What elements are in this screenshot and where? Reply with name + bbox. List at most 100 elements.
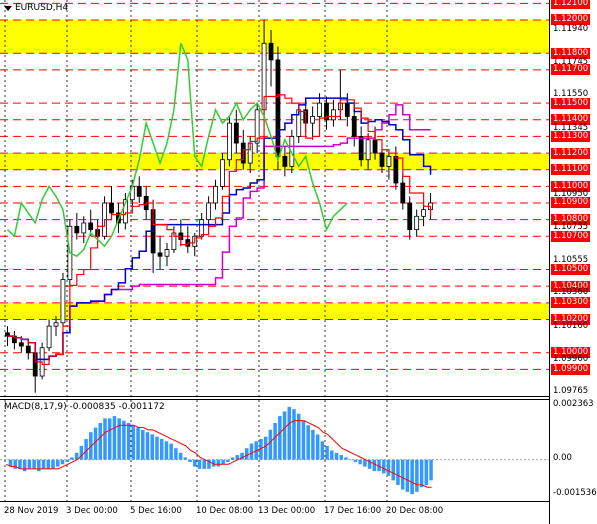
macd-histogram-bar: [330, 450, 334, 460]
macd-histogram-bar: [150, 434, 155, 460]
macd-histogram-bar: [320, 441, 325, 460]
macd-histogram-bar: [131, 425, 136, 460]
macd-histogram-bar: [22, 459, 27, 472]
macd-histogram-bar: [348, 459, 353, 461]
candle-body: [60, 279, 66, 324]
price-tick-label: 1.10700: [551, 230, 591, 242]
candle-body: [136, 185, 142, 197]
candle-body: [414, 215, 420, 231]
macd-histogram-bar: [386, 459, 391, 476]
price-tick-label: 1.11200: [551, 147, 591, 159]
time-axis[interactable]: 28 Nov 2019 3 Dec 00:00 5 Dec 16:00 10 Dec …: [0, 501, 549, 524]
macd-histogram-bar: [202, 459, 206, 469]
candle-body: [310, 116, 316, 124]
time-tick-label: 28 Nov 2019: [4, 506, 59, 516]
macd-histogram-bar: [174, 448, 178, 460]
macd-tick-label: 0.00: [553, 453, 572, 464]
time-tick-label: 13 Dec 00:00: [258, 506, 316, 516]
macd-histogram-bar: [141, 429, 145, 460]
time-tick-label: 5 Dec 16:00: [130, 506, 182, 516]
support-resistance-zone: [0, 302, 549, 320]
macd-histogram-bar: [4, 459, 8, 461]
macd-histogram-bar: [32, 459, 36, 469]
symbol-dropdown-icon[interactable]: [4, 5, 12, 11]
candle-body: [379, 152, 385, 167]
macd-histogram-bar: [188, 459, 192, 462]
price-chart-pane[interactable]: EURUSD,H4: [0, 0, 549, 397]
macd-histogram-bar: [13, 459, 17, 469]
candle-body: [331, 109, 336, 121]
price-tick-label: 1.10160: [553, 320, 589, 331]
macd-histogram-bar: [419, 459, 424, 488]
macd-histogram-bar: [79, 445, 84, 460]
macd-histogram-bar: [55, 459, 60, 467]
chart-title: EURUSD,H4: [4, 3, 68, 13]
macd-title: MACD(8,17,9) -0.000835 -0.001172: [4, 402, 165, 412]
macd-histogram-bar: [169, 443, 173, 460]
macd-histogram-bar: [37, 459, 41, 472]
macd-histogram-bar: [117, 418, 121, 460]
macd-histogram-bar: [107, 418, 112, 460]
candle-body: [275, 59, 281, 157]
macd-histogram-bar: [353, 459, 358, 462]
candle-body: [268, 42, 274, 61]
macd-histogram-bar: [126, 422, 131, 460]
macd-histogram-bar: [372, 459, 377, 472]
macd-histogram-bar: [306, 425, 310, 460]
macd-histogram-bar: [60, 459, 65, 465]
candle-body: [358, 136, 364, 161]
macd-histogram-bar: [268, 429, 273, 460]
macd-histogram-bar: [122, 420, 126, 460]
candle-body: [365, 139, 371, 161]
price-tick-label: 1.11500: [551, 97, 591, 109]
macd-histogram-bar: [429, 459, 433, 481]
macd-histogram-bar: [415, 459, 419, 492]
macd-histogram-bar: [159, 439, 164, 460]
candle-body: [81, 222, 87, 234]
macd-histogram-bar: [155, 436, 159, 460]
macd-histogram-bar: [410, 459, 414, 495]
macd-histogram-bar: [334, 452, 339, 460]
price-tick-label: 1.09900: [551, 363, 591, 375]
price-tick-label: 1.09765: [553, 386, 589, 397]
candle-body: [421, 209, 426, 217]
candle-body: [372, 139, 378, 154]
macd-signal-line: [6, 420, 432, 488]
candle-body: [233, 122, 239, 144]
macd-histogram-bar: [382, 459, 386, 474]
macd-histogram-bar: [301, 420, 306, 460]
candle-body: [53, 322, 59, 327]
candle-body: [227, 122, 232, 161]
macd-histogram-bar: [178, 452, 183, 460]
candle-body: [407, 202, 413, 231]
price-tick-label: 1.11300: [551, 130, 591, 142]
macd-histogram-bar: [292, 409, 296, 460]
candle-body: [46, 325, 52, 349]
price-tick-label: 1.10900: [551, 197, 591, 209]
price-chart-canvas: [0, 0, 549, 396]
candle-body: [74, 225, 80, 234]
time-tick-label: 3 Dec 00:00: [66, 506, 118, 516]
candle-body: [400, 182, 406, 204]
macd-histogram-bar: [164, 441, 169, 460]
candle-body: [157, 252, 163, 257]
macd-indicator-pane[interactable]: MACD(8,17,9) -0.000835 -0.001172: [0, 399, 549, 502]
macd-histogram-bar: [287, 406, 292, 460]
macd-histogram-bar: [249, 443, 254, 460]
macd-histogram-bar: [400, 459, 405, 490]
macd-histogram-bar: [41, 459, 46, 469]
time-tick-label: 20 Dec 08:00: [386, 506, 444, 516]
candle-body: [351, 116, 357, 137]
macd-histogram-bar: [315, 434, 320, 460]
macd-histogram-bar: [197, 459, 202, 469]
macd-histogram-bar: [51, 459, 55, 469]
candle-body: [199, 219, 205, 237]
candle-body: [220, 159, 225, 187]
macd-histogram-bar: [396, 459, 400, 485]
macd-histogram-bar: [244, 448, 249, 460]
macd-histogram-bar: [70, 457, 74, 460]
macd-histogram-bar: [136, 427, 140, 460]
macd-histogram-bar: [278, 416, 282, 460]
candle-body: [25, 345, 31, 354]
candle-body: [88, 222, 94, 231]
